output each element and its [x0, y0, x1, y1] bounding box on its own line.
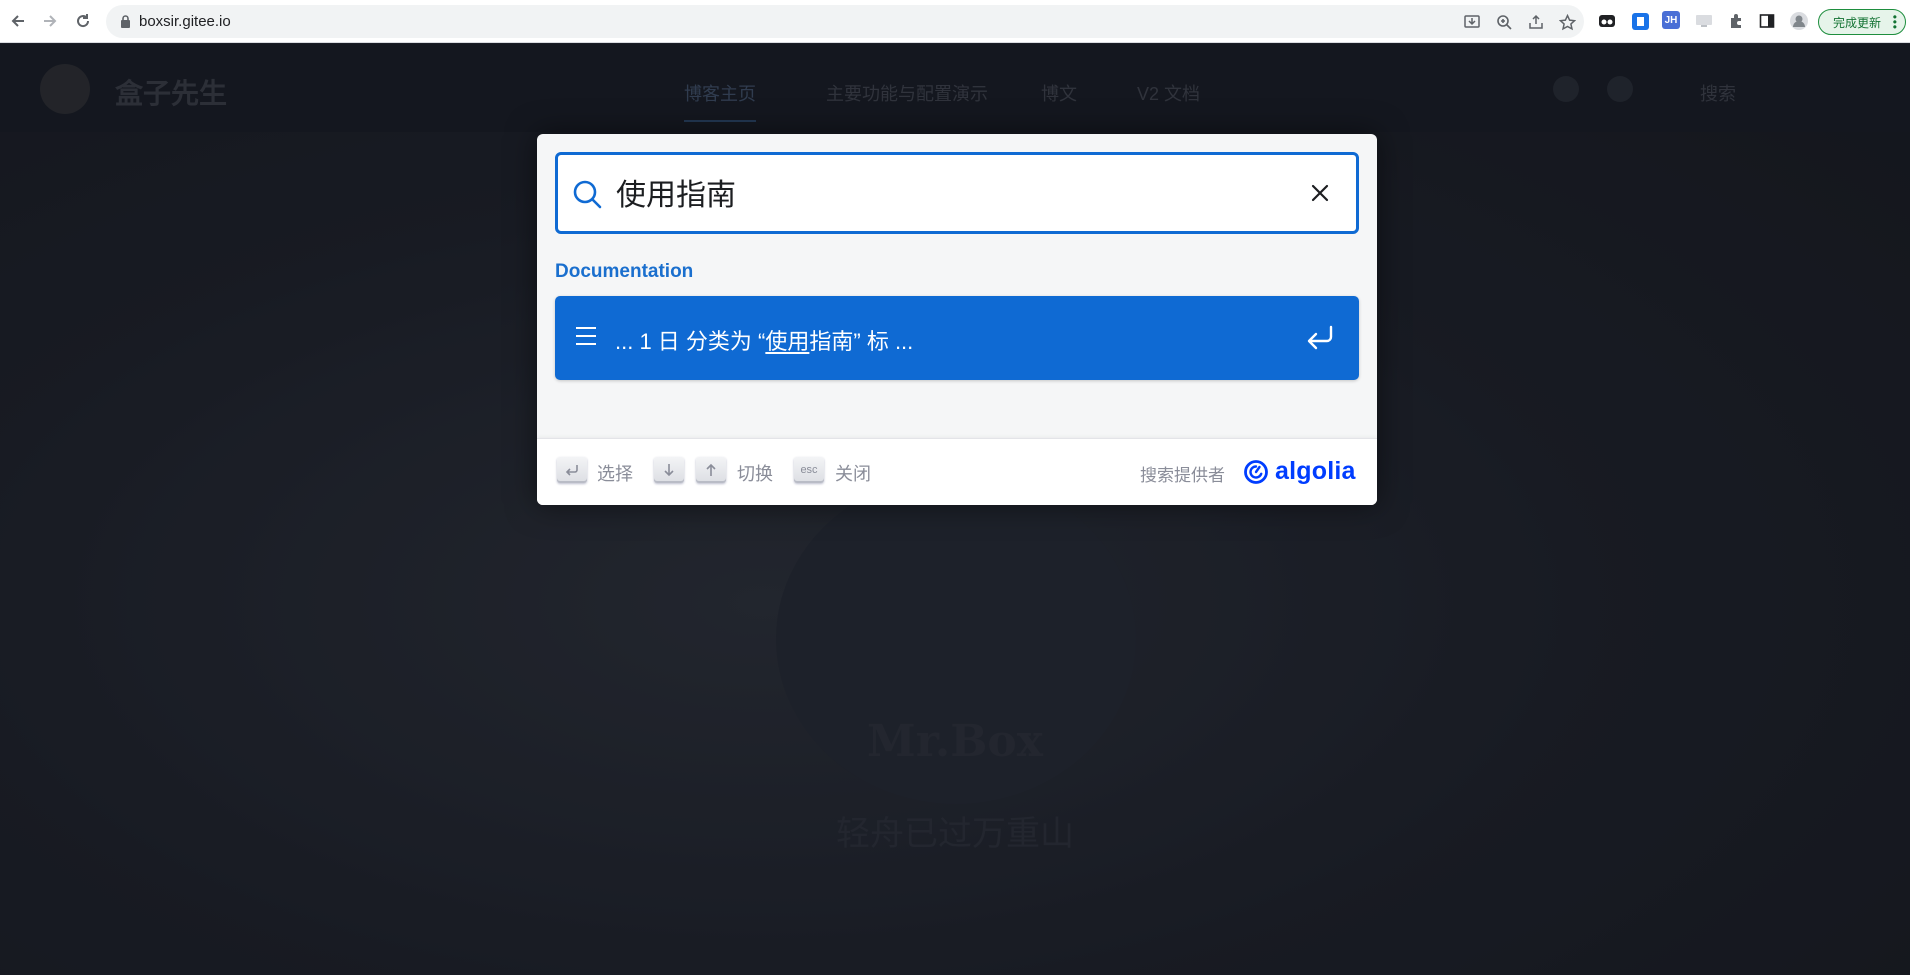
enter-return-icon — [1307, 325, 1333, 350]
reload-button[interactable] — [72, 10, 94, 32]
update-button[interactable]: 完成更新 • • • — [1818, 9, 1906, 35]
url-text: boxsir.gitee.io — [139, 13, 231, 30]
algolia-icon — [1244, 459, 1268, 484]
extension-jh-label: JH — [1664, 14, 1678, 26]
forward-arrow-icon — [44, 15, 57, 27]
back-arrow-icon — [11, 15, 24, 27]
result-suffix: ” 标 ... — [853, 329, 914, 354]
clear-search-button[interactable] — [1306, 179, 1334, 207]
algolia-wordmark: algolia — [1275, 457, 1356, 485]
more-vertical-icon: • • • — [1892, 10, 1897, 34]
close-label: 关闭 — [835, 464, 871, 484]
address-bar[interactable]: boxsir.gitee.io — [106, 5, 1584, 38]
extension-glasses-icon[interactable] — [1597, 11, 1617, 31]
search-input[interactable] — [616, 170, 1296, 214]
lock-icon — [121, 15, 130, 28]
share-icon[interactable] — [1526, 12, 1546, 32]
result-after-highlight: 指南 — [809, 329, 854, 354]
arrow-down-key-icon — [654, 457, 684, 483]
bookmark-star-icon[interactable] — [1557, 12, 1577, 32]
navigate-label: 切换 — [737, 464, 773, 484]
esc-key-icon: esc — [794, 457, 824, 483]
side-panel-icon[interactable] — [1757, 11, 1777, 31]
update-label: 完成更新 — [1833, 15, 1882, 30]
extension-jh-icon[interactable]: JH — [1662, 11, 1680, 29]
search-form — [555, 152, 1359, 234]
extension-screen-icon[interactable] — [1694, 11, 1714, 31]
result-prefix: ... 1 日 分类为 “ — [615, 329, 766, 354]
install-app-icon[interactable] — [1462, 12, 1482, 32]
profile-avatar-icon[interactable] — [1789, 11, 1809, 31]
forward-button[interactable] — [39, 10, 61, 32]
algolia-logo[interactable]: algolia — [1243, 457, 1356, 486]
result-section-title: Documentation — [555, 261, 694, 282]
zoom-icon[interactable] — [1494, 12, 1514, 32]
reload-icon — [77, 14, 90, 28]
back-button[interactable] — [7, 10, 29, 32]
content-lines-icon — [576, 327, 596, 345]
select-label: 选择 — [597, 464, 633, 484]
arrow-up-key-icon — [696, 457, 726, 483]
search-result-text: ... 1 日 分类为 “使用指南” 标 ... — [615, 324, 913, 356]
search-footer: 选择 切换 esc 关闭 搜索提供者 algolia — [537, 438, 1377, 505]
browser-toolbar: boxsir.gitee.io JH 完成更新 • • • — [0, 0, 1910, 43]
search-modal: Documentation ... 1 日 分类为 “使用指南” 标 ... 选… — [537, 134, 1377, 505]
search-result-item[interactable]: ... 1 日 分类为 “使用指南” 标 ... — [555, 296, 1359, 380]
search-provider-label: 搜索提供者 — [1140, 466, 1225, 485]
extensions-puzzle-icon[interactable] — [1726, 11, 1746, 31]
extension-blue-icon[interactable] — [1630, 11, 1650, 31]
search-icon — [573, 180, 602, 209]
close-icon — [1311, 184, 1329, 202]
result-highlight: 使用 — [765, 329, 810, 354]
enter-key-icon — [557, 457, 587, 483]
